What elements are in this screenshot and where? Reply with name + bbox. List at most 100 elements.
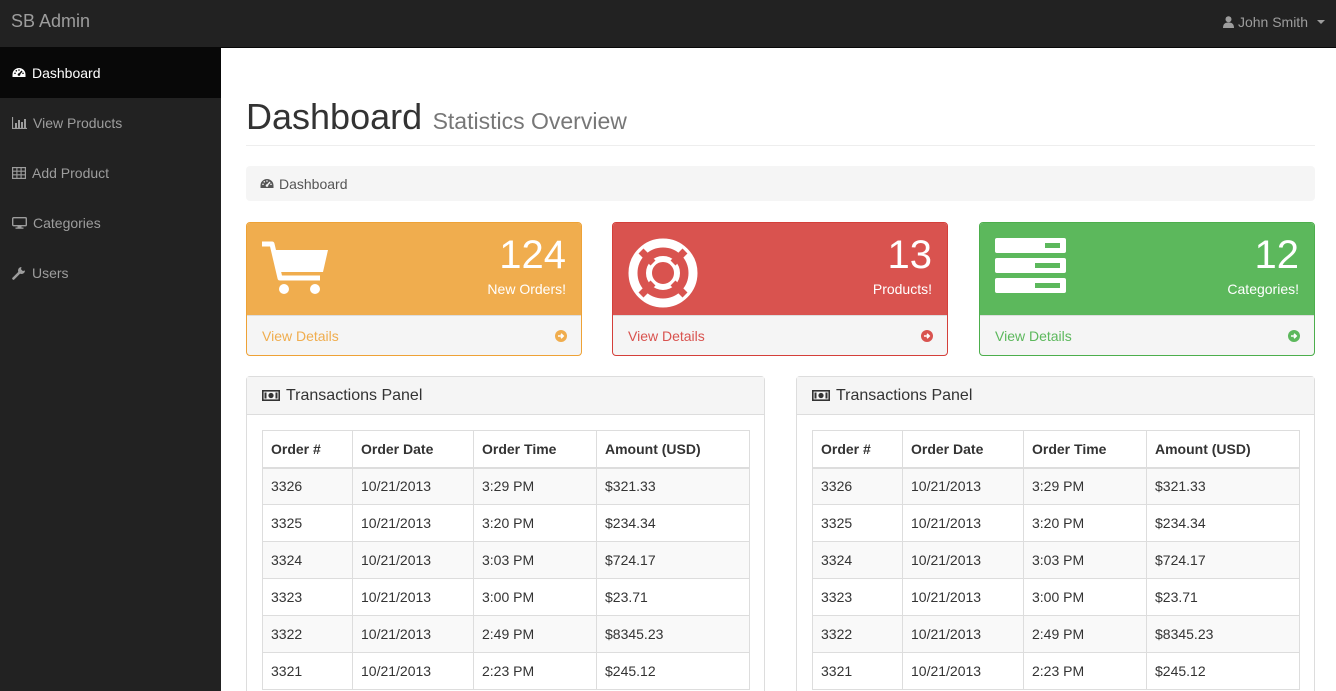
card-label: Products! [872,281,932,297]
table-icon [12,167,26,179]
transactions-table: Order # Order Date Order Time Amount (US… [812,430,1300,690]
sidebar-item-add-product[interactable]: Add Product [0,148,221,198]
table-cell: 10/21/2013 [352,615,474,653]
card-label: Categories! [1227,281,1299,297]
view-details-link[interactable]: View Details [980,315,1314,355]
top-navbar: SB Admin John Smith [0,0,1336,48]
table-cell: 2:23 PM [1023,652,1147,690]
user-dropdown[interactable]: John Smith [1222,14,1325,30]
table-cell: $234.34 [596,504,750,542]
table-cell: $23.71 [596,578,750,616]
table-cell: $321.33 [1146,467,1300,505]
table-row: 3326 10/21/2013 3:29 PM $321.33 [262,467,750,505]
column-header: Amount (USD) [1146,430,1300,469]
table-cell: 2:49 PM [1023,615,1147,653]
column-header: Order Date [902,430,1024,469]
table-cell: 3325 [262,504,353,542]
main-content: Dashboard Statistics Overview Dashboard … [221,48,1336,691]
table-cell: 3326 [262,467,353,505]
table-cell: 2:49 PM [473,615,597,653]
page-title: Dashboard [246,96,423,137]
panel-heading: Transactions Panel [247,377,764,415]
table-row: 3322 10/21/2013 2:49 PM $8345.23 [262,615,750,653]
panel-title: Transactions Panel [286,386,423,404]
panel-heading: Transactions Panel [797,377,1314,415]
brand-link[interactable]: SB Admin [11,11,90,32]
bar-chart-icon [12,117,27,129]
table-cell: $724.17 [1146,541,1300,579]
user-name: John Smith [1237,14,1308,30]
card-count: 12 [1254,233,1300,277]
sidebar-item-dashboard[interactable]: Dashboard [0,48,221,98]
sidebar-item-users[interactable]: Users [0,248,221,298]
table-cell: 10/21/2013 [352,652,474,690]
page-subtitle: Statistics Overview [432,108,627,134]
products-card: 13 Products! View Details [612,222,948,356]
table-cell: 3:29 PM [1023,467,1147,505]
transactions-panel: Transactions Panel Order # Order Date Or… [246,376,765,691]
user-icon [1222,16,1234,28]
sidebar-item-label: Dashboard [32,65,101,81]
arrow-circle-right-icon [1288,330,1300,342]
table-cell: 3:03 PM [1023,541,1147,579]
sidebar-item-label: Categories [33,215,101,231]
table-cell: $234.34 [1146,504,1300,542]
column-header: Order # [812,430,903,469]
column-header: Order # [262,430,353,469]
table-cell: 10/21/2013 [352,504,474,542]
table-cell: 10/21/2013 [902,652,1024,690]
view-details-label: View Details [628,328,705,344]
table-cell: 10/21/2013 [902,578,1024,616]
table-cell: 10/21/2013 [902,541,1024,579]
sidebar-item-label: Add Product [32,165,110,181]
table-cell: 3323 [262,578,353,616]
table-cell: 3:29 PM [473,467,597,505]
view-details-label: View Details [262,328,339,344]
money-icon [262,390,280,401]
view-details-link[interactable]: View Details [613,315,947,355]
card-count: 124 [499,233,566,277]
table-header-row: Order # Order Date Order Time Amount (US… [812,430,1300,469]
table-cell: $724.17 [596,541,750,579]
table-row: 3326 10/21/2013 3:29 PM $321.33 [812,467,1300,505]
table-cell: 3322 [262,615,353,653]
table-cell: 10/21/2013 [352,467,474,505]
column-header: Order Time [1023,430,1147,469]
money-icon [812,390,830,401]
table-row: 3325 10/21/2013 3:20 PM $234.34 [812,504,1300,542]
table-cell: 3323 [812,578,903,616]
table-cell: $245.12 [596,652,750,690]
table-cell: $8345.23 [596,615,750,653]
sidebar-item-view-products[interactable]: View Products [0,98,221,148]
table-cell: 3:03 PM [473,541,597,579]
arrow-circle-right-icon [555,330,567,342]
column-header: Amount (USD) [596,430,750,469]
column-header: Order Date [352,430,474,469]
transactions-panel: Transactions Panel Order # Order Date Or… [796,376,1315,691]
sidebar: Dashboard View Products Add Product Cate… [0,48,221,691]
card-heading: 13 Products! [613,223,947,315]
table-cell: 2:23 PM [473,652,597,690]
dashboard-icon [12,68,26,77]
table-row: 3325 10/21/2013 3:20 PM $234.34 [262,504,750,542]
breadcrumb-item: Dashboard [279,175,348,192]
table-cell: 3:00 PM [1023,578,1147,616]
table-cell: $321.33 [596,467,750,505]
list-icon [995,238,1066,293]
table-cell: 3:00 PM [473,578,597,616]
view-details-link[interactable]: View Details [247,315,581,355]
card-heading: 12 Categories! [980,223,1314,315]
caret-down-icon [1317,20,1325,24]
life-ring-icon [628,238,698,308]
categories-card: 12 Categories! View Details [979,222,1315,356]
table-cell: 3324 [812,541,903,579]
table-cell: 10/21/2013 [902,467,1024,505]
cart-icon [262,241,328,294]
dashboard-icon [260,178,274,188]
panel-title: Transactions Panel [836,386,973,404]
table-cell: $245.12 [1146,652,1300,690]
table-cell: $23.71 [1146,578,1300,616]
sidebar-item-label: View Products [33,115,123,131]
panel-body: Order # Order Date Order Time Amount (US… [797,415,1314,691]
sidebar-item-categories[interactable]: Categories [0,198,221,248]
